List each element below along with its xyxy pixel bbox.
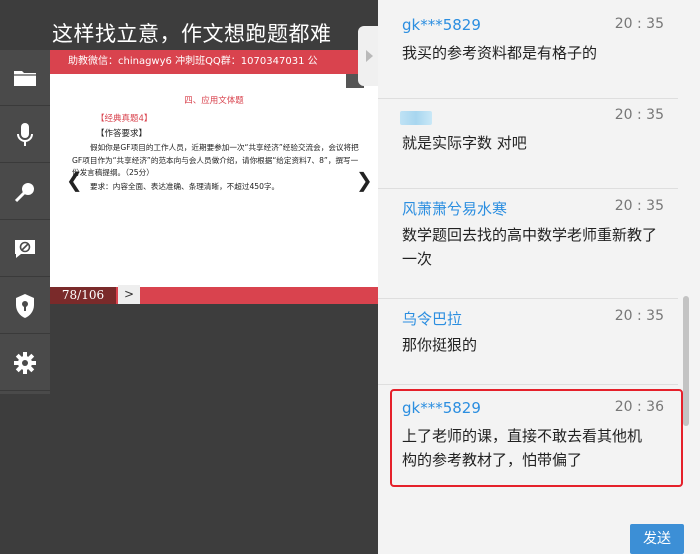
chat-text: 数学题回去找的高中数学老师重新教了一次: [402, 226, 658, 268]
handheld-mic-button[interactable]: [0, 164, 50, 220]
blurred-sender-name: [400, 111, 432, 125]
slide-answer-label: 【作答要求】: [96, 129, 148, 139]
security-button[interactable]: [0, 278, 50, 334]
microphone-button[interactable]: [0, 107, 50, 163]
slide-page-bar: 78/106 >: [50, 285, 378, 304]
prev-slide-arrow[interactable]: ❮: [66, 168, 83, 192]
slide-content: 四、应用文体题 【经典真题4】 【作答要求】 假如你是GF项目的工作人员，近期要…: [50, 94, 378, 192]
chat-time: 20 : 35: [614, 198, 664, 214]
caret-right-icon: [366, 50, 373, 62]
chat-message: 20 : 35 就是实际字数 对吧: [378, 99, 678, 189]
highlight-box: [390, 389, 683, 487]
page-next-button[interactable]: >: [118, 285, 140, 304]
side-toolbar: [0, 50, 50, 394]
mute-chat-button[interactable]: [0, 221, 50, 277]
slide-banner: 助教微信：chinagwy6 冲刺班QQ群：1070347031 公: [50, 50, 378, 74]
slide-paragraph: 假如你是GF项目的工作人员，近期要参加一次“共享经济”经验交流会，会议将把GF项…: [72, 143, 359, 177]
chat-scrollbar[interactable]: [683, 296, 689, 426]
handheld-mic-icon: [14, 182, 34, 202]
chat-text: 那你挺狠的: [402, 336, 478, 354]
folder-icon: [14, 70, 36, 86]
next-slide-arrow[interactable]: ❯: [356, 168, 373, 192]
chat-toggle-tab[interactable]: [358, 26, 380, 86]
slide-requirement: 要求：内容全面、表达准确、条理清晰，不超过450字。: [90, 181, 280, 191]
microphone-icon: [17, 122, 33, 146]
chat-sender: 乌令巴拉: [402, 310, 463, 328]
chat-sender: 风萧萧兮易水寒: [402, 200, 508, 218]
shield-icon: [16, 293, 34, 318]
no-chat-icon: [15, 239, 35, 258]
slide-case-label: 【经典真题4】: [96, 114, 153, 124]
gear-icon: [14, 351, 36, 374]
lesson-title: 这样找立意，作文想跑题都难: [52, 22, 332, 46]
chat-sender: gk***5829: [402, 16, 481, 34]
chat-text: 我买的参考资料都是有格子的: [402, 44, 598, 62]
slide-viewer: 助教微信：chinagwy6 冲刺班QQ群：1070347031 公 四、应用文…: [50, 50, 378, 304]
send-button[interactable]: 发送: [630, 524, 684, 554]
chat-message: gk***5829 20 : 35 我买的参考资料都是有格子的: [378, 0, 678, 99]
chat-time: 20 : 35: [614, 308, 664, 324]
folder-button[interactable]: [0, 50, 50, 106]
chat-message: 风萧萧兮易水寒 20 : 35 数学题回去找的高中数学老师重新教了一次: [378, 189, 678, 299]
chat-message: 乌令巴拉 20 : 35 那你挺狠的: [378, 299, 678, 385]
chat-time: 20 : 35: [614, 16, 664, 32]
settings-button[interactable]: [0, 335, 50, 391]
chat-time: 20 : 35: [614, 107, 664, 123]
page-counter: 78/106: [50, 287, 116, 304]
chat-text: 就是实际字数 对吧: [402, 134, 527, 152]
slide-section-title: 四、应用文体题: [184, 96, 244, 106]
